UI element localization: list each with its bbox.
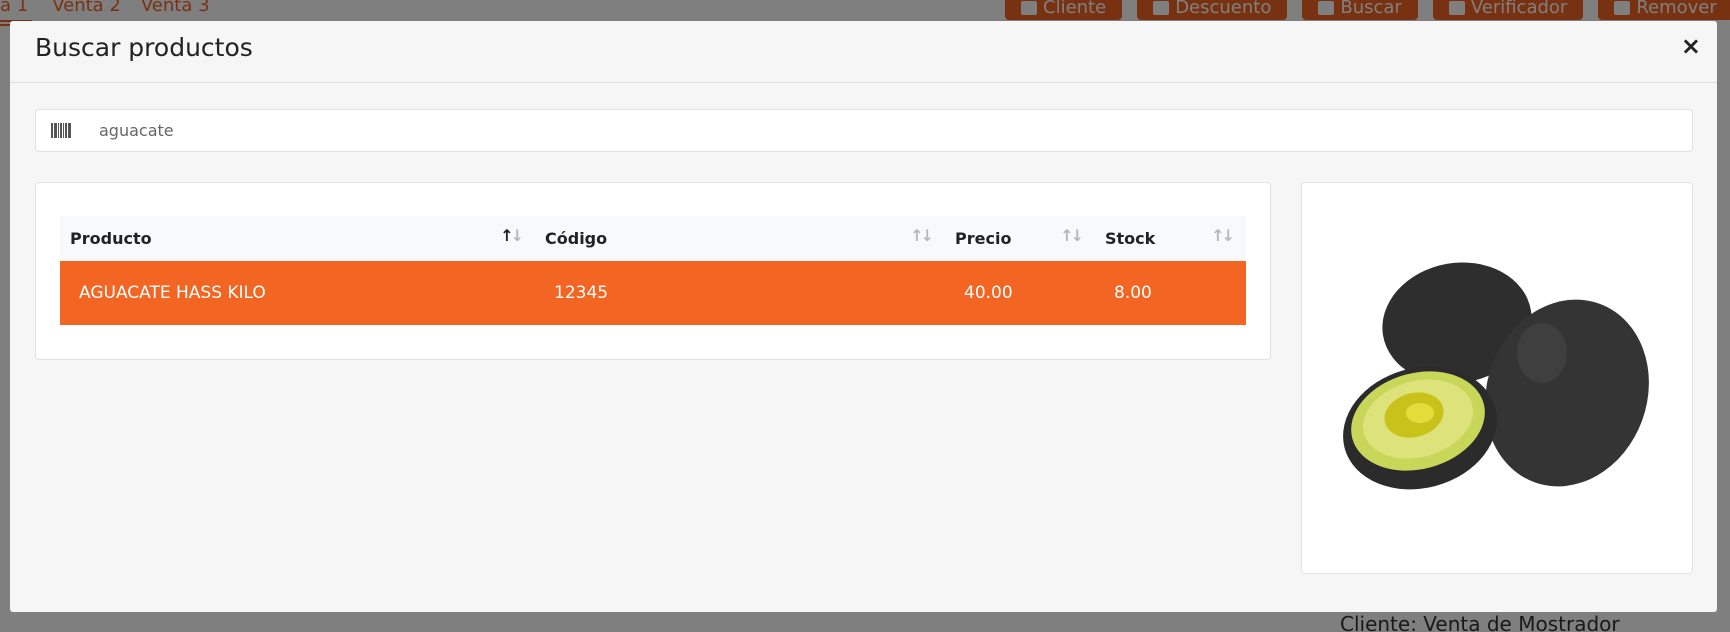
results-card: Producto ↑↓ Código ↑↓ Precio ↑↓ Stock ↑↓ xyxy=(35,182,1271,360)
table-header-row: Producto ↑↓ Código ↑↓ Precio ↑↓ Stock ↑↓ xyxy=(60,216,1246,261)
close-button[interactable]: × xyxy=(1681,34,1701,58)
product-image-card xyxy=(1301,182,1693,574)
modal-header: Buscar productos × xyxy=(10,21,1717,83)
cell-stock[interactable]: 8.00 xyxy=(1095,261,1246,325)
modal-title: Buscar productos xyxy=(35,33,253,62)
cell-codigo[interactable]: 12345 xyxy=(535,261,945,325)
column-header-precio[interactable]: Precio ↑↓ xyxy=(945,216,1095,261)
sort-icon[interactable]: ↑↓ xyxy=(1060,226,1084,245)
table-row[interactable]: AGUACATE HASS KILO 12345 40.00 8.00 xyxy=(60,261,1246,325)
sort-icon[interactable]: ↑↓ xyxy=(1211,226,1235,245)
sort-icon[interactable]: ↑↓ xyxy=(500,226,524,245)
cell-precio[interactable]: 40.00 xyxy=(945,261,1095,325)
search-input[interactable] xyxy=(99,115,1599,146)
sort-icon[interactable]: ↑↓ xyxy=(910,226,934,245)
barcode-icon xyxy=(51,123,71,138)
search-products-modal: Buscar productos × Producto ↑↓ Código ↑↓ xyxy=(10,21,1717,612)
results-table: Producto ↑↓ Código ↑↓ Precio ↑↓ Stock ↑↓ xyxy=(60,216,1246,325)
column-header-producto[interactable]: Producto ↑↓ xyxy=(60,216,535,261)
avocado-image xyxy=(1343,262,1649,490)
search-box xyxy=(35,109,1693,152)
cell-producto[interactable]: AGUACATE HASS KILO xyxy=(60,261,535,325)
column-header-stock[interactable]: Stock ↑↓ xyxy=(1095,216,1246,261)
column-header-codigo[interactable]: Código ↑↓ xyxy=(535,216,945,261)
